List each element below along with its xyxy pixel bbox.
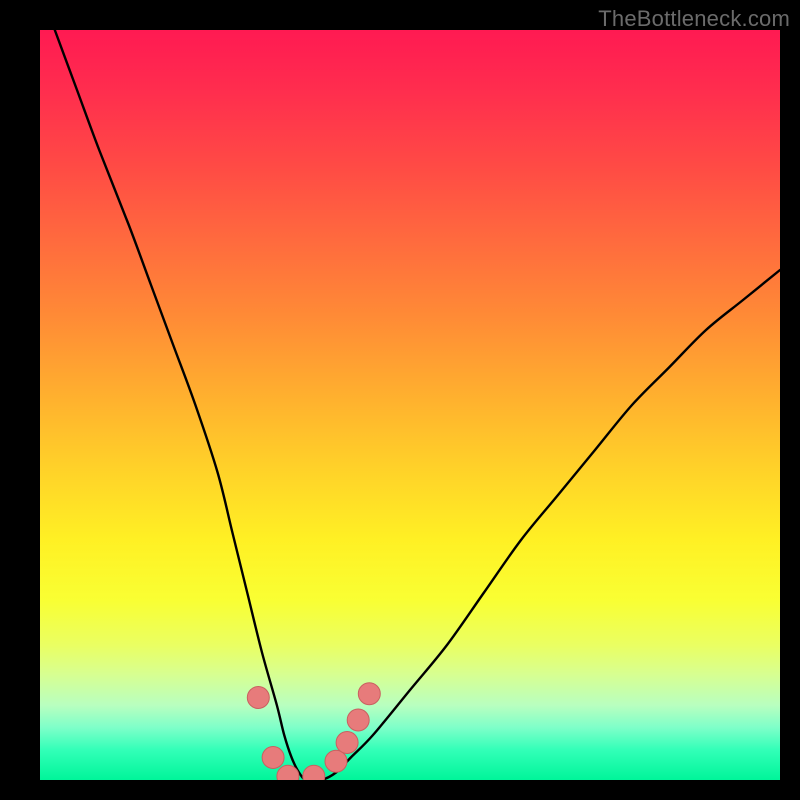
curve-marker (247, 687, 269, 709)
plot-area (40, 30, 780, 780)
bottleneck-curve (55, 30, 780, 780)
curve-marker (358, 683, 380, 705)
curve-marker (262, 747, 284, 769)
watermark-text: TheBottleneck.com (598, 6, 790, 32)
curve-markers (247, 683, 380, 780)
chart-frame: TheBottleneck.com (0, 0, 800, 800)
curve-marker (336, 732, 358, 754)
curve-marker (347, 709, 369, 731)
curve-marker (303, 765, 325, 780)
curve-svg (40, 30, 780, 780)
curve-marker (325, 750, 347, 772)
